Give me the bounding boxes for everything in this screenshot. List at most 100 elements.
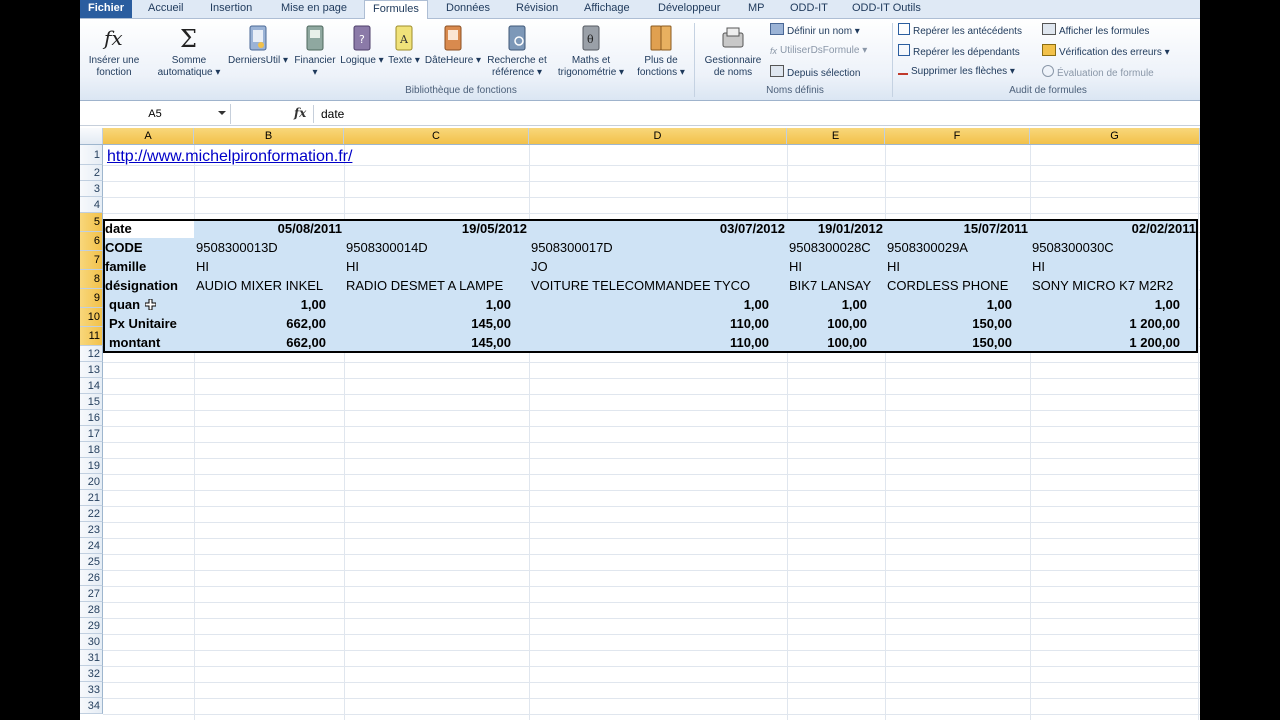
row-header-19[interactable]: 19 [80, 458, 103, 474]
row-header-1[interactable]: 1 [80, 145, 103, 165]
text-button[interactable]: A Texte ▾ [386, 23, 422, 67]
designation-cell[interactable]: BIK7 LANSAY [789, 276, 871, 295]
label-date[interactable]: date [105, 219, 132, 238]
date-cell[interactable]: 02/02/2011 [1030, 219, 1196, 238]
row-header-7[interactable]: 7 [80, 251, 103, 270]
px-unitaire-cell[interactable]: 145,00 [344, 314, 511, 333]
error-checking-button[interactable]: Vérification des erreurs ▾ [1042, 44, 1170, 59]
date-cell[interactable]: 15/07/2011 [885, 219, 1028, 238]
code-cell[interactable]: 9508300017D [531, 238, 613, 257]
label-px-unitaire[interactable]: Px Unitaire [109, 314, 177, 333]
row-header-32[interactable]: 32 [80, 666, 103, 682]
use-in-formula-button[interactable]: fx UtiliserDsFormule ▾ [770, 44, 867, 57]
column-header-b[interactable]: B [194, 128, 344, 144]
famille-cell[interactable]: JO [531, 257, 548, 276]
row-header-22[interactable]: 22 [80, 506, 103, 522]
tab-revision[interactable]: Révision [516, 0, 558, 18]
designation-cell[interactable]: VOITURE TELECOMMANDEE TYCO [531, 276, 750, 295]
tab-formules[interactable]: Formules [364, 0, 428, 20]
website-link[interactable]: http://www.michelpironformation.fr/ [107, 148, 352, 166]
montant-cell[interactable]: 110,00 [529, 333, 769, 352]
designation-cell[interactable]: SONY MICRO K7 M2R2 [1032, 276, 1173, 295]
date-cell[interactable]: 19/05/2012 [344, 219, 527, 238]
label-quantite[interactable]: quan [109, 295, 140, 314]
row-header-21[interactable]: 21 [80, 490, 103, 506]
label-code[interactable]: CODE [105, 238, 143, 257]
famille-cell[interactable]: HI [887, 257, 900, 276]
column-header-d[interactable]: D [529, 128, 787, 144]
date-cell[interactable]: 05/08/2011 [194, 219, 342, 238]
tab-odd-it-outils[interactable]: ODD-IT Outils [852, 0, 921, 18]
famille-cell[interactable]: HI [1032, 257, 1045, 276]
row-header-34[interactable]: 34 [80, 698, 103, 714]
label-designation[interactable]: désignation [105, 276, 178, 295]
tab-donnees[interactable]: Données [446, 0, 490, 18]
evaluate-formula-button[interactable]: Évaluation de formule [1042, 65, 1154, 80]
row-header-8[interactable]: 8 [80, 270, 103, 289]
date-time-button[interactable]: DâteHeure ▾ [424, 23, 482, 67]
column-header-f[interactable]: F [885, 128, 1030, 144]
row-header-12[interactable]: 12 [80, 346, 103, 362]
remove-arrows-button[interactable]: Supprimer les flèches ▾ [898, 65, 1015, 78]
row-header-24[interactable]: 24 [80, 538, 103, 554]
create-from-selection-button[interactable]: Depuis sélection [770, 65, 860, 80]
column-header-g[interactable]: G [1030, 128, 1200, 144]
quantite-cell[interactable]: 1,00 [787, 295, 867, 314]
px-unitaire-cell[interactable]: 150,00 [885, 314, 1012, 333]
montant-cell[interactable]: 100,00 [787, 333, 867, 352]
financial-button[interactable]: Financier ▾ [291, 23, 339, 79]
quantite-cell[interactable]: 1,00 [344, 295, 511, 314]
row-header-11[interactable]: 11 [80, 327, 103, 346]
famille-cell[interactable]: HI [196, 257, 209, 276]
math-trig-button[interactable]: θ Maths et trigonométrie ▾ [552, 23, 630, 79]
tab-mp[interactable]: MP [748, 0, 765, 18]
row-header-4[interactable]: 4 [80, 197, 103, 213]
row-header-6[interactable]: 6 [80, 232, 103, 251]
tab-insertion[interactable]: Insertion [210, 0, 252, 18]
montant-cell[interactable]: 145,00 [344, 333, 511, 352]
quantite-cell[interactable]: 1,00 [194, 295, 326, 314]
lookup-reference-button[interactable]: Recherche et référence ▾ [482, 23, 552, 79]
insert-function-button[interactable]: fx Insérer une fonction [82, 23, 146, 79]
designation-cell[interactable]: RADIO DESMET A LAMPE [346, 276, 503, 295]
quantite-cell[interactable]: 1,00 [1030, 295, 1180, 314]
code-cell[interactable]: 9508300030C [1032, 238, 1114, 257]
famille-cell[interactable]: HI [346, 257, 359, 276]
name-box-dropdown-icon[interactable] [218, 111, 226, 115]
row-header-27[interactable]: 27 [80, 586, 103, 602]
designation-cell[interactable]: CORDLESS PHONE [887, 276, 1008, 295]
code-cell[interactable]: 9508300029A [887, 238, 968, 257]
row-header-17[interactable]: 17 [80, 426, 103, 442]
montant-cell[interactable]: 150,00 [885, 333, 1012, 352]
row-header-23[interactable]: 23 [80, 522, 103, 538]
quantite-cell[interactable]: 1,00 [529, 295, 769, 314]
px-unitaire-cell[interactable]: 1 200,00 [1030, 314, 1180, 333]
row-header-15[interactable]: 15 [80, 394, 103, 410]
row-header-20[interactable]: 20 [80, 474, 103, 490]
show-formulas-button[interactable]: Afficher les formules [1042, 23, 1149, 38]
code-cell[interactable]: 9508300014D [346, 238, 428, 257]
code-cell[interactable]: 9508300013D [196, 238, 278, 257]
row-header-26[interactable]: 26 [80, 570, 103, 586]
row-header-28[interactable]: 28 [80, 602, 103, 618]
column-header-a[interactable]: A [103, 128, 194, 144]
date-cell[interactable]: 03/07/2012 [529, 219, 785, 238]
famille-cell[interactable]: HI [789, 257, 802, 276]
row-header-29[interactable]: 29 [80, 618, 103, 634]
select-all-corner[interactable] [80, 128, 103, 144]
name-manager-button[interactable]: Gestionnaire de noms [698, 23, 768, 79]
logical-button[interactable]: ? Logique ▾ [339, 23, 385, 67]
trace-dependents-button[interactable]: Repérer les dépendants [898, 44, 1020, 59]
quantite-cell[interactable]: 1,00 [885, 295, 1012, 314]
px-unitaire-cell[interactable]: 110,00 [529, 314, 769, 333]
row-header-13[interactable]: 13 [80, 362, 103, 378]
row-header-5[interactable]: 5 [80, 213, 103, 232]
px-unitaire-cell[interactable]: 100,00 [787, 314, 867, 333]
row-header-3[interactable]: 3 [80, 181, 103, 197]
column-header-c[interactable]: C [344, 128, 529, 144]
code-cell[interactable]: 9508300028C [789, 238, 871, 257]
tab-mise-en-page[interactable]: Mise en page [281, 0, 347, 18]
row-header-2[interactable]: 2 [80, 165, 103, 181]
row-header-10[interactable]: 10 [80, 308, 103, 327]
tab-file[interactable]: Fichier [80, 0, 133, 18]
